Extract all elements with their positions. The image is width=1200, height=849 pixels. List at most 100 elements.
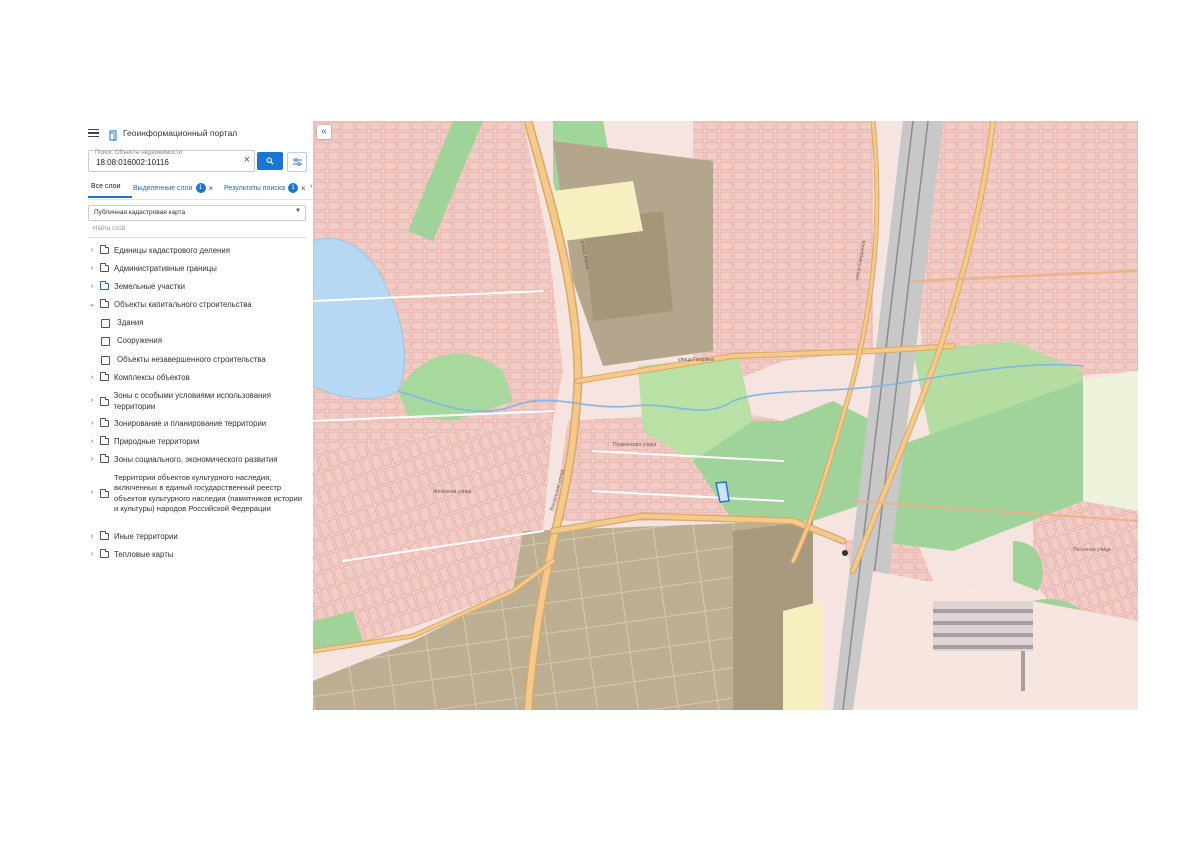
folder-icon [100,531,109,540]
layer-checkbox[interactable] [101,337,110,346]
layer-label: Комплексы объектов [114,373,190,382]
chevron-down-icon: ▼ [295,208,301,214]
layers-panel: Геоинформационный портал Поиск: Объекты … [82,121,313,710]
search-results-count-badge: 1 [288,183,299,193]
tabs-scroll-right-icon[interactable]: › [310,183,312,190]
sliders-icon [292,158,302,166]
layer-label: Объекты капитального строительства [114,300,252,309]
folder-icon [100,372,109,381]
folder-icon [100,488,109,498]
panel-header: Геоинформационный портал [88,125,237,141]
chevron-right-icon[interactable]: › [88,437,96,448]
folder-icon [99,396,109,406]
layer-checkbox[interactable] [101,319,110,328]
chevron-right-icon[interactable]: › [88,550,96,561]
folder-icon [100,245,109,254]
layer-item[interactable]: › Административные границы [88,263,217,275]
search-button[interactable] [257,152,283,170]
map-canvas[interactable]: улица Гагарина улица Азина улица Свердло… [313,121,1138,710]
street-label: улица Гагарина [678,357,714,363]
chevron-right-icon[interactable]: › [88,419,96,430]
close-search-results-icon[interactable]: × [301,184,306,193]
collapse-panel-button[interactable]: « [317,125,331,139]
layer-label: Зоны социального, экономического развити… [114,455,278,464]
selected-layers-count-badge: 1 [195,183,206,193]
basemap-select[interactable]: Публичная кадастровая карта ▼ [88,205,306,221]
layer-label: Территории объектов культурного наследия… [114,473,302,513]
layer-label: Сооружения [117,336,162,345]
layer-label: Земельные участки [114,282,186,291]
street-label: Песочная улица [1073,547,1111,553]
chevron-right-icon[interactable]: › [88,488,96,499]
field-east [1083,371,1138,511]
folder-icon [100,299,109,308]
layer-label: Единицы кадастрового деления [114,246,230,255]
layer-item[interactable]: › Зонирование и планирование территории [88,418,266,430]
street-label: Пушкинская улица [613,442,656,448]
layer-item[interactable]: › Зоны социального, экономического разви… [88,454,278,466]
layer-tabs: Все слои Выделенные слои 1 × Результаты … [88,179,313,200]
search-icon [266,157,274,165]
layer-label: Зоны с особыми условиями использования т… [113,391,271,411]
layer-label: Здания [117,318,144,327]
search-settings-button[interactable] [287,152,307,172]
tab-all-layers[interactable]: Все слои [91,183,120,190]
tab-search-results-label: Результаты поиска [224,184,286,192]
basemap-select-value: Публичная кадастровая карта [94,209,186,216]
chevron-right-icon[interactable]: › [88,282,96,293]
tab-selected-layers[interactable]: Выделенные слои 1 × [133,183,213,193]
layer-item[interactable]: Объекты незавершенного строительства [101,355,266,366]
station-marker-icon [842,550,848,556]
clear-search-icon[interactable]: × [244,155,250,166]
yellow-parcel-south [783,601,823,710]
search-input[interactable]: 18:08:016002:10116 [96,158,169,167]
layer-item[interactable]: ⌄ Объекты капитального строительства [88,299,252,311]
portal-logo-icon [108,128,118,141]
portal-title: Геоинформационный портал [123,128,238,138]
layer-item[interactable]: Сооружения [101,336,162,347]
layer-item[interactable]: › Единицы кадастрового деления [88,245,230,257]
search-label: Поиск: Объекты недвижимости [95,150,182,156]
folder-icon [100,549,109,558]
folder-icon [100,436,109,445]
layer-item[interactable]: Здания [101,318,143,329]
folder-icon [100,454,109,463]
layer-item[interactable]: › Земельные участки [88,281,186,293]
residential-parcels-northeast [913,121,1138,381]
layer-item[interactable]: › Территории объектов культурного наслед… [88,473,303,514]
tab-all-layers-label: Все слои [91,183,121,190]
layer-checkbox[interactable] [101,356,110,365]
layer-label: Объекты незавершенного строительства [117,355,266,364]
layer-label: Тепловые карты [114,550,174,559]
chevron-right-icon[interactable]: › [88,373,96,384]
tab-search-results[interactable]: Результаты поиска 1 × [224,183,306,193]
chevron-right-icon[interactable]: › [88,455,96,466]
chevron-right-icon[interactable]: › [88,532,96,543]
layer-item[interactable]: › Тепловые карты [88,549,174,561]
close-selected-layers-icon[interactable]: × [209,184,214,193]
tab-selected-layers-label: Выделенные слои [133,184,193,192]
cadastral-map[interactable]: улица Гагарина улица Азина улица Свердло… [313,121,1138,710]
layer-label: Иные территории [114,532,178,541]
folder-icon [100,263,109,272]
layer-search-input[interactable]: Найти слой [88,223,306,238]
folder-icon [100,418,109,427]
chevron-right-icon[interactable]: › [88,396,96,407]
chevron-right-icon[interactable]: › [88,264,96,275]
residential-parcels-north [693,121,873,381]
layer-item[interactable]: › Иные территории [88,531,178,543]
chevron-right-icon[interactable]: › [88,246,96,257]
cadastral-search-field[interactable]: Поиск: Объекты недвижимости 18:08:016002… [88,150,255,172]
hamburger-menu-icon[interactable] [88,128,99,138]
layer-label: Природные территории [114,437,200,446]
layer-item[interactable]: › Зоны с особыми условиями использования… [88,391,278,412]
street-label: Железная улица [433,489,472,495]
layer-item[interactable]: › Природные территории [88,436,200,448]
layer-search-placeholder: Найти слой [93,226,126,232]
chevron-down-icon[interactable]: ⌄ [88,300,96,311]
layer-label: Административные границы [114,264,217,273]
active-tab-indicator [88,196,132,198]
yellow-parcel [553,181,643,241]
folder-icon [100,281,109,290]
layer-item[interactable]: › Комплексы объектов [88,372,190,384]
